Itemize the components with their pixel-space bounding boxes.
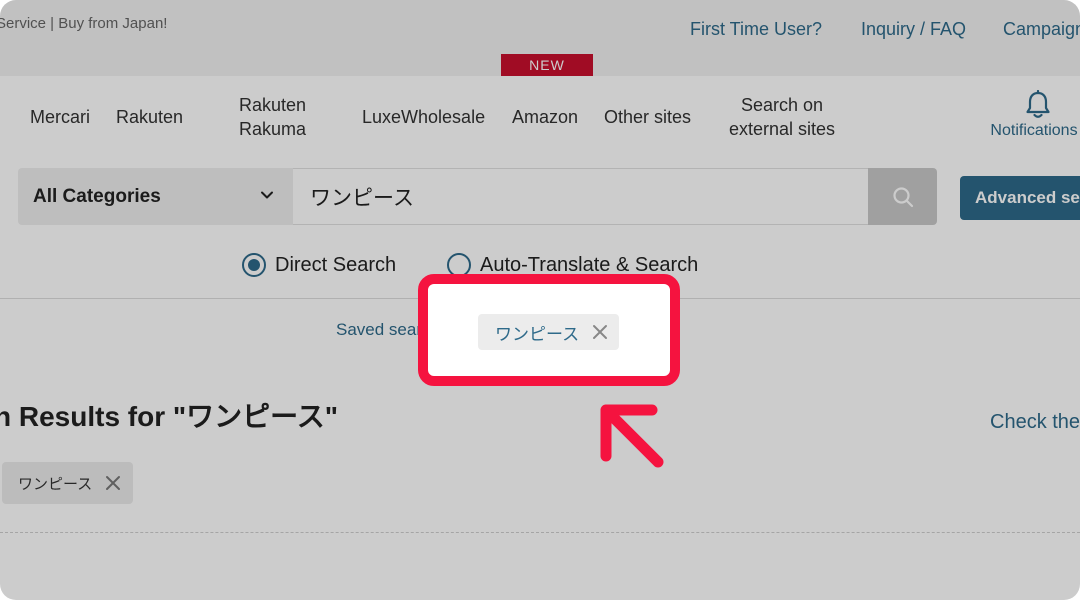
direct-search-option[interactable]: Direct Search <box>242 253 396 277</box>
saved-search-tag-label: ワンピース <box>495 324 580 344</box>
highlight-content: ワンピース <box>418 274 680 386</box>
remove-filter-icon[interactable] <box>104 474 122 492</box>
nav-item-other-sites[interactable]: Other sites <box>604 105 691 129</box>
search-input[interactable]: ワンピース <box>293 168 869 225</box>
nav-item-rakuten-rakuma[interactable]: Rakuten Rakuma <box>239 93 319 141</box>
pointer-arrow-icon <box>600 404 664 468</box>
results-separator <box>0 532 1080 533</box>
search-button[interactable] <box>868 168 937 225</box>
nav-item-amazon[interactable]: Amazon <box>512 105 578 129</box>
category-select[interactable]: All Categories <box>18 168 293 225</box>
app-window: Service | Buy from Japan! First Time Use… <box>0 0 1080 600</box>
campaign-link[interactable]: Campaign <box>1003 19 1080 40</box>
saved-search-tag-chip[interactable]: ワンピース <box>478 314 619 350</box>
results-heading: n Results for "ワンピース" <box>0 401 339 432</box>
top-bar: Service | Buy from Japan! First Time Use… <box>0 0 1080 76</box>
nav-item-external-search[interactable]: Search on external sites <box>722 93 842 141</box>
remove-saved-search-icon[interactable] <box>591 323 609 341</box>
advanced-search-button[interactable]: Advanced se <box>960 176 1080 220</box>
radio-checked-icon[interactable] <box>242 253 266 277</box>
search-icon <box>892 186 913 207</box>
notifications-label: Notifications <box>990 122 1078 139</box>
check-the-link[interactable]: Check the <box>990 411 1080 434</box>
marketplace-nav: Mercari Rakuten Rakuten Rakuma LuxeWhole… <box>0 76 1080 158</box>
filter-tag-chip[interactable]: ワンピース <box>2 462 133 504</box>
filter-tag-label: ワンピース <box>18 475 93 493</box>
nav-item-mercari[interactable]: Mercari <box>30 105 90 129</box>
new-badge: NEW <box>501 54 593 76</box>
first-time-user-link[interactable]: First Time User? <box>690 19 822 40</box>
nav-item-luxewholesale[interactable]: LuxeWholesale <box>362 105 485 129</box>
inquiry-faq-link[interactable]: Inquiry / FAQ <box>861 19 966 40</box>
direct-search-label: Direct Search <box>275 253 397 276</box>
notifications-button[interactable]: Notifications <box>988 90 1080 140</box>
site-tagline: Service | Buy from Japan! <box>0 15 168 32</box>
nav-item-rakuten[interactable]: Rakuten <box>116 105 183 129</box>
chevron-down-icon <box>261 191 273 199</box>
bell-icon <box>1026 90 1050 118</box>
category-value: All Categories <box>33 185 161 207</box>
